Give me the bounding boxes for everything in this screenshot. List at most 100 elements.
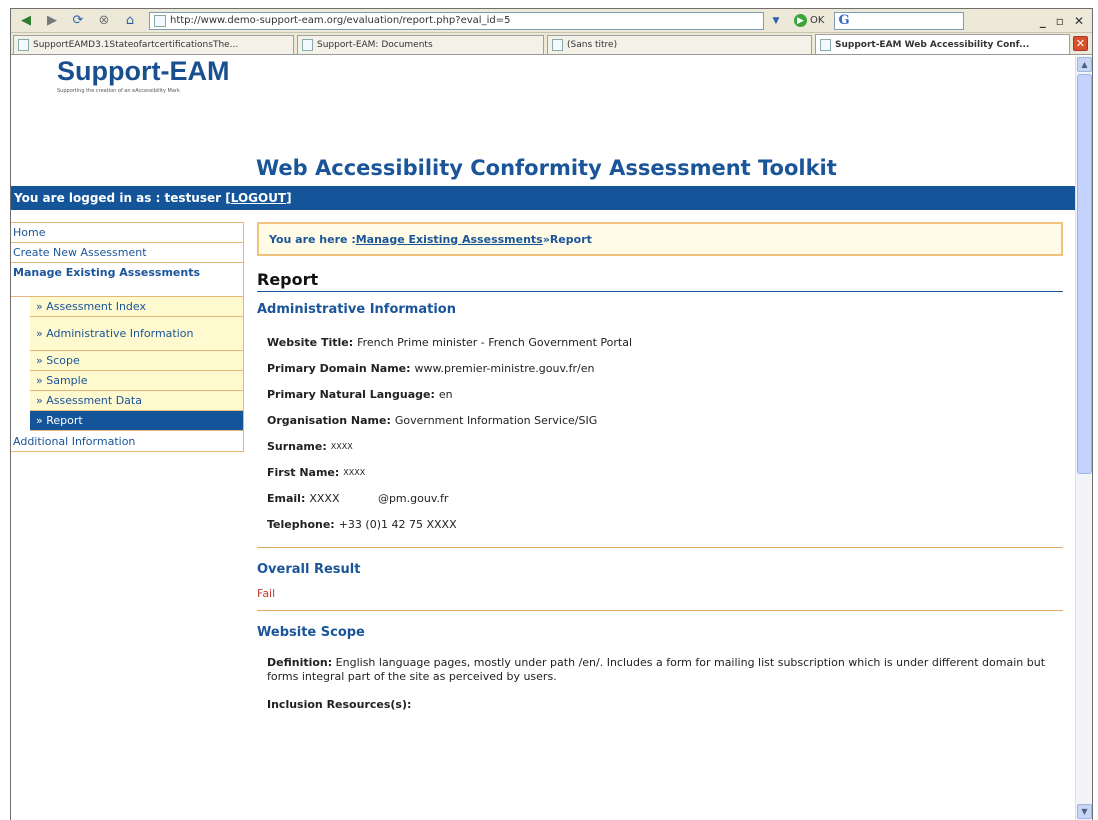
sidebar-sub-sample[interactable]: » Sample: [30, 371, 243, 391]
breadcrumb: You are here : Manage Existing Assessmen…: [257, 222, 1063, 256]
sidebar-item-manage[interactable]: Manage Existing Assessments: [11, 263, 243, 297]
go-label: OK: [810, 15, 825, 26]
logo-brand: Support-EAM: [57, 56, 230, 86]
go-button[interactable]: ▶ OK: [794, 14, 824, 27]
field-email: Email: XXXX @pm.gouv.fr: [267, 485, 1063, 511]
page-viewport: Support-EAM Supporting the creation of a…: [11, 56, 1092, 820]
admin-info-heading: Administrative Information: [257, 302, 456, 317]
website-scope-heading: Website Scope: [257, 625, 365, 640]
sidebar-sub-assessment-index[interactable]: » Assessment Index: [30, 297, 243, 317]
login-bar: You are logged in as : testuser [ LOGOUT…: [11, 186, 1075, 210]
go-icon: ▶: [794, 14, 807, 27]
report-heading: Report: [257, 270, 1063, 292]
section-divider: [257, 547, 1063, 548]
tab-label: Support-EAM: Documents: [317, 40, 433, 50]
tab-accessibility-toolkit[interactable]: Support-EAM Web Accessibility Conf...: [815, 34, 1070, 54]
field-label: Primary Domain Name:: [267, 361, 411, 375]
breadcrumb-prefix: You are here :: [269, 232, 356, 246]
inclusion-resources-label: Inclusion Resources(s):: [267, 698, 412, 711]
tab-sans-titre[interactable]: (Sans titre): [547, 35, 812, 54]
tab-bar: SupportEAMD3.1StateofartcertificationsTh…: [11, 33, 1092, 55]
field-value: +33 (0)1 42 75 XXXX: [338, 517, 457, 531]
field-value: XXXX: [330, 441, 353, 451]
field-value: www.premier-ministre.gouv.fr/en: [414, 361, 595, 375]
back-arrow-icon[interactable]: ◀: [15, 12, 37, 30]
field-language: Primary Natural Language: en: [267, 381, 1063, 407]
scroll-down-icon[interactable]: ▼: [1077, 804, 1092, 819]
field-website-title: Website Title: French Prime minister - F…: [267, 329, 1063, 355]
main-content: You are here : Manage Existing Assessmen…: [257, 222, 1063, 711]
scroll-thumb[interactable]: [1077, 74, 1092, 474]
page-icon: [552, 39, 563, 51]
breadcrumb-separator: »: [542, 232, 550, 246]
page-icon: [302, 39, 313, 51]
close-window-icon[interactable]: ✕: [1074, 14, 1084, 28]
field-label: Telephone:: [267, 517, 335, 531]
page-icon: [154, 14, 166, 27]
field-value: en: [438, 387, 453, 401]
field-label: Email:: [267, 491, 306, 505]
page-icon: [820, 38, 831, 51]
page-content: Support-EAM Supporting the creation of a…: [11, 56, 1075, 820]
field-surname: Surname: XXXX: [267, 433, 1063, 459]
overall-result-heading: Overall Result: [257, 562, 361, 577]
search-input[interactable]: G: [834, 11, 965, 30]
tab-label: Support-EAM Web Accessibility Conf...: [835, 39, 1030, 50]
field-domain-name: Primary Domain Name: www.premier-ministr…: [267, 355, 1063, 381]
vertical-scrollbar[interactable]: ▲ ▼: [1075, 56, 1092, 820]
field-value: Government Information Service/SIG: [394, 413, 598, 427]
definition-value: English language pages, mostly under pat…: [267, 656, 1046, 683]
tab-documents[interactable]: Support-EAM: Documents: [297, 35, 544, 54]
restore-icon[interactable]: ▫: [1056, 14, 1064, 28]
forward-arrow-icon[interactable]: ▶: [41, 12, 63, 30]
close-tab-icon[interactable]: ✕: [1073, 36, 1088, 51]
field-organisation: Organisation Name: Government Informatio…: [267, 407, 1063, 433]
field-label: Website Title:: [267, 335, 354, 349]
home-icon[interactable]: ⌂: [119, 12, 141, 30]
page-title: Web Accessibility Conformity Assessment …: [256, 156, 837, 180]
url-bar[interactable]: http://www.demo-support-eam.org/evaluati…: [149, 11, 764, 30]
tab-label: (Sans titre): [567, 40, 618, 50]
field-label: First Name:: [267, 465, 340, 479]
logo-tagline: Supporting the creation of an eAccessibi…: [57, 88, 180, 94]
tab-state-of-art[interactable]: SupportEAMD3.1StateofartcertificationsTh…: [13, 35, 294, 54]
tab-label: SupportEAMD3.1StateofartcertificationsTh…: [33, 40, 239, 50]
login-text: You are logged in as : testuser [: [14, 191, 231, 205]
admin-fields: Website Title: French Prime minister - F…: [257, 329, 1063, 537]
field-value: XXXX @pm.gouv.fr: [309, 491, 449, 505]
field-value: French Prime minister - French Governmen…: [357, 335, 633, 349]
field-label: Organisation Name:: [267, 413, 391, 427]
field-label: Primary Natural Language:: [267, 387, 435, 401]
site-logo[interactable]: Support-EAM Supporting the creation of a…: [57, 56, 229, 94]
sidebar-sub-administrative[interactable]: » Administrative Information: [30, 317, 243, 351]
browser-window: ◀ ▶ ⟳ ⊗ ⌂ http://www.demo-support-eam.or…: [10, 8, 1093, 820]
google-search-icon: G: [838, 13, 850, 28]
field-label: Surname:: [267, 439, 327, 453]
logout-link[interactable]: LOGOUT: [231, 191, 286, 205]
overall-result-value: Fail: [257, 587, 276, 600]
section-divider: [257, 610, 1063, 611]
sidebar-item-additional[interactable]: Additional Information: [11, 431, 243, 451]
field-value: XXXX: [343, 467, 366, 477]
login-suffix: ]: [286, 191, 292, 205]
sidebar-sub-report[interactable]: » Report: [30, 411, 243, 431]
field-telephone: Telephone: +33 (0)1 42 75 XXXX: [267, 511, 1063, 537]
sidebar-item-create[interactable]: Create New Assessment: [11, 243, 243, 263]
sidebar-sub-scope[interactable]: » Scope: [30, 351, 243, 371]
stop-icon[interactable]: ⊗: [93, 12, 115, 30]
breadcrumb-link-manage[interactable]: Manage Existing Assessments: [356, 233, 543, 246]
scope-definition: Definition: English language pages, most…: [267, 656, 1057, 684]
browser-toolbar: ◀ ▶ ⟳ ⊗ ⌂ http://www.demo-support-eam.or…: [11, 9, 1092, 33]
window-controls: _ ▫ ✕: [1040, 14, 1088, 28]
sidebar-item-home[interactable]: Home: [11, 223, 243, 243]
breadcrumb-current: Report: [549, 232, 592, 246]
minimize-icon[interactable]: _: [1040, 14, 1046, 28]
field-first-name: First Name: XXXX: [267, 459, 1063, 485]
sidebar-sub-assessment-data[interactable]: » Assessment Data: [30, 391, 243, 411]
url-dropdown-icon[interactable]: ▼: [768, 13, 784, 29]
url-text: http://www.demo-support-eam.org/evaluati…: [170, 15, 511, 26]
page-icon: [18, 39, 29, 51]
definition-label: Definition:: [267, 656, 333, 669]
reload-icon[interactable]: ⟳: [67, 12, 89, 30]
scroll-up-icon[interactable]: ▲: [1077, 57, 1092, 72]
